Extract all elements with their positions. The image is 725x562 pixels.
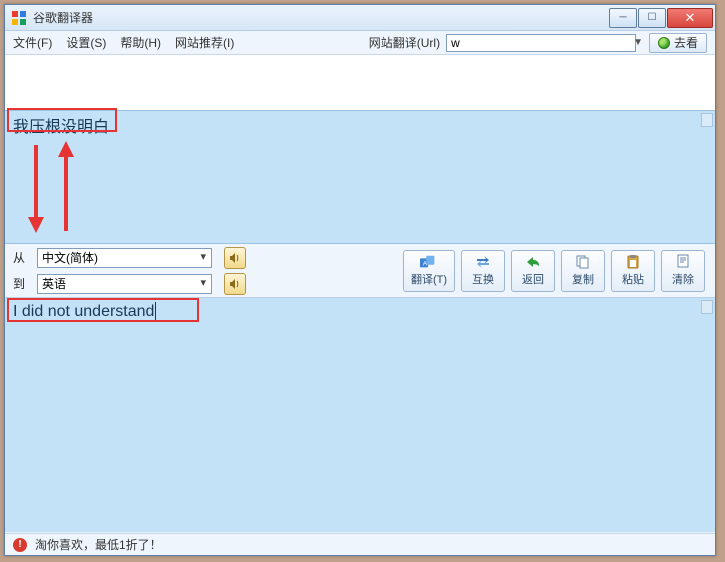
globe-icon	[658, 37, 670, 49]
clear-button[interactable]: 清除	[661, 250, 705, 292]
speak-source-button[interactable]	[224, 247, 246, 269]
app-window: 谷歌翻译器 ─ ☐ ✕ 文件(F) 设置(S) 帮助(H) 网站推荐(I) 网站…	[4, 4, 716, 556]
paste-icon	[624, 254, 642, 270]
paste-button[interactable]: 粘贴	[611, 250, 655, 292]
translate-button[interactable]: A 翻译(T)	[403, 250, 455, 292]
annotation-arrow-down	[25, 141, 47, 233]
to-label: 到	[13, 275, 31, 292]
annotation-arrow-up	[55, 141, 77, 233]
target-text[interactable]: I did not understand	[13, 302, 156, 321]
back-label: 返回	[522, 271, 544, 287]
back-button[interactable]: 返回	[511, 250, 555, 292]
url-translate-label: 网站翻译(Url)	[369, 34, 440, 51]
clear-label: 清除	[672, 271, 694, 287]
translate-icon: A	[420, 254, 438, 270]
swap-label: 互换	[472, 271, 494, 287]
menu-site-recommend[interactable]: 网站推荐(I)	[175, 34, 234, 51]
swap-icon	[474, 254, 492, 270]
target-text-pane[interactable]: I did not understand	[5, 298, 715, 532]
chevron-down-icon[interactable]: ▼	[633, 37, 643, 48]
swap-button[interactable]: 互换	[461, 250, 505, 292]
app-icon	[11, 10, 27, 26]
status-text: 淘你喜欢，最低1折了！	[35, 536, 162, 553]
scroll-handle[interactable]	[701, 300, 713, 314]
scroll-handle[interactable]	[701, 113, 713, 127]
target-text-value: I did not understand	[13, 303, 154, 320]
source-text-pane[interactable]: 我压根没明白	[5, 110, 715, 244]
source-text[interactable]: 我压根没明白	[13, 113, 109, 137]
alert-icon: !	[13, 538, 27, 552]
from-label: 从	[13, 249, 31, 266]
clear-icon	[674, 254, 692, 270]
from-language-select[interactable]	[37, 248, 212, 268]
copy-icon	[574, 254, 592, 270]
back-icon	[524, 254, 542, 270]
statusbar: ! 淘你喜欢，最低1折了！	[5, 533, 715, 555]
speaker-icon	[229, 278, 241, 290]
close-button[interactable]: ✕	[667, 8, 713, 28]
menu-help[interactable]: 帮助(H)	[120, 34, 161, 51]
translate-label: 翻译(T)	[411, 271, 447, 287]
menu-file[interactable]: 文件(F)	[13, 34, 52, 51]
language-selectors: 从 到	[5, 244, 246, 297]
speak-target-button[interactable]	[224, 273, 246, 295]
go-button-label: 去看	[674, 34, 698, 51]
copy-button[interactable]: 复制	[561, 250, 605, 292]
window-controls: ─ ☐ ✕	[608, 8, 713, 28]
titlebar: 谷歌翻译器 ─ ☐ ✕	[5, 5, 715, 31]
menubar: 文件(F) 设置(S) 帮助(H) 网站推荐(I) 网站翻译(Url) ▼ 去看	[5, 31, 715, 55]
minimize-button[interactable]: ─	[609, 8, 637, 28]
copy-label: 复制	[572, 271, 594, 287]
speaker-icon	[229, 252, 241, 264]
paste-label: 粘贴	[622, 271, 644, 287]
text-caret	[155, 302, 156, 320]
action-buttons: A 翻译(T) 互换 返回 复制	[403, 244, 715, 297]
menu-settings[interactable]: 设置(S)	[66, 34, 106, 51]
url-input[interactable]	[446, 34, 636, 52]
maximize-button[interactable]: ☐	[638, 8, 666, 28]
app-title: 谷歌翻译器	[33, 9, 608, 26]
header-blank-area	[5, 55, 715, 110]
go-button[interactable]: 去看	[649, 33, 707, 53]
to-language-select[interactable]	[37, 274, 212, 294]
controls-row: 从 到 A	[5, 244, 715, 298]
